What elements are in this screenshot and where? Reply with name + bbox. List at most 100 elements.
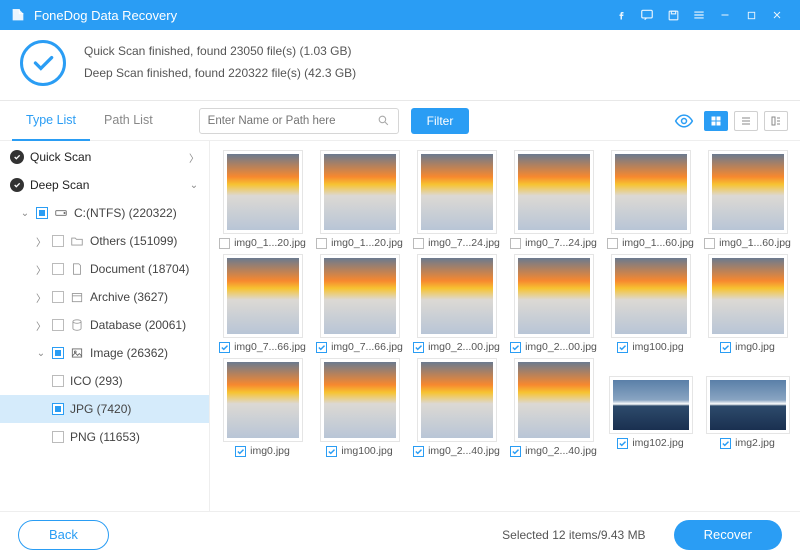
thumbnail[interactable] <box>709 255 787 337</box>
file-card[interactable]: img0_7...24.jpg <box>507 151 600 249</box>
file-card[interactable]: img0_2...00.jpg <box>410 255 503 353</box>
file-card[interactable]: img0_7...66.jpg <box>313 255 406 353</box>
thumbnail[interactable] <box>224 255 302 337</box>
file-checkbox[interactable] <box>510 446 521 457</box>
thumbnail[interactable] <box>515 151 593 233</box>
thumbnail[interactable] <box>321 359 399 441</box>
node-png[interactable]: PNG (11653) <box>0 423 209 451</box>
tab-type-list[interactable]: Type List <box>12 101 90 141</box>
file-card[interactable]: img0_1...60.jpg <box>604 151 697 249</box>
node-image[interactable]: ⌄Image (26362) <box>0 339 209 367</box>
thumbnail[interactable] <box>515 255 593 337</box>
file-name: img0_7...24.jpg <box>525 237 597 249</box>
thumbnail[interactable] <box>418 151 496 233</box>
file-checkbox[interactable] <box>510 342 521 353</box>
file-card[interactable]: img102.jpg <box>604 359 697 457</box>
file-checkbox[interactable] <box>326 446 337 457</box>
thumbnail[interactable] <box>612 255 690 337</box>
file-name: img0_1...60.jpg <box>622 237 694 249</box>
menu-icon[interactable] <box>686 0 712 30</box>
file-name: img0_2...00.jpg <box>428 341 500 353</box>
image-icon <box>70 346 84 360</box>
file-card[interactable]: img0_1...20.jpg <box>313 151 406 249</box>
search-box[interactable] <box>199 108 399 134</box>
file-card[interactable]: img0_2...40.jpg <box>410 359 503 457</box>
file-card[interactable]: img0_2...00.jpg <box>507 255 600 353</box>
maximize-icon[interactable] <box>738 0 764 30</box>
thumbnail[interactable] <box>709 151 787 233</box>
check-circle-icon <box>20 40 66 86</box>
save-icon[interactable] <box>660 0 686 30</box>
view-list-button[interactable] <box>734 111 758 131</box>
file-checkbox[interactable] <box>413 446 424 457</box>
thumbnail[interactable] <box>610 377 692 433</box>
file-name: img0_1...60.jpg <box>719 237 791 249</box>
file-card[interactable]: img0_1...60.jpg <box>701 151 794 249</box>
thumbnail[interactable] <box>321 151 399 233</box>
thumbnail[interactable] <box>224 151 302 233</box>
back-button[interactable]: Back <box>18 520 109 550</box>
chevron-down-icon: ⌄ <box>189 180 199 191</box>
file-checkbox[interactable] <box>219 238 230 249</box>
file-name: img100.jpg <box>341 445 392 457</box>
node-quick-scan[interactable]: Quick Scan 〉 <box>0 143 209 171</box>
file-checkbox[interactable] <box>219 342 230 353</box>
facebook-icon[interactable] <box>608 0 634 30</box>
file-checkbox[interactable] <box>617 342 628 353</box>
file-checkbox[interactable] <box>720 342 731 353</box>
footer: Back Selected 12 items/9.43 MB Recover <box>0 511 800 557</box>
node-drive[interactable]: ⌄C:(NTFS) (220322) <box>0 199 209 227</box>
file-card[interactable]: img0_1...20.jpg <box>216 151 309 249</box>
close-icon[interactable] <box>764 0 790 30</box>
node-document[interactable]: 〉Document (18704) <box>0 255 209 283</box>
file-name: img0_1...20.jpg <box>234 237 306 249</box>
filter-button[interactable]: Filter <box>411 108 470 134</box>
file-checkbox[interactable] <box>316 342 327 353</box>
file-checkbox[interactable] <box>617 438 628 449</box>
thumbnail[interactable] <box>224 359 302 441</box>
file-card[interactable]: img0.jpg <box>216 359 309 457</box>
file-grid: img0_1...20.jpgimg0_1...20.jpgimg0_7...2… <box>210 141 800 511</box>
file-checkbox[interactable] <box>607 238 618 249</box>
file-checkbox[interactable] <box>510 238 521 249</box>
file-card[interactable]: img0_2...40.jpg <box>507 359 600 457</box>
file-checkbox[interactable] <box>413 238 424 249</box>
search-input[interactable] <box>208 115 377 127</box>
thumbnail[interactable] <box>707 377 789 433</box>
tab-path-list[interactable]: Path List <box>90 101 167 141</box>
file-checkbox[interactable] <box>316 238 327 249</box>
view-detail-button[interactable] <box>764 111 788 131</box>
node-jpg[interactable]: JPG (7420) <box>0 395 209 423</box>
node-deep-scan[interactable]: Deep Scan ⌄ <box>0 171 209 199</box>
selection-status: Selected 12 items/9.43 MB <box>502 528 645 542</box>
node-archive[interactable]: 〉Archive (3627) <box>0 283 209 311</box>
file-card[interactable]: img100.jpg <box>313 359 406 457</box>
node-others[interactable]: 〉Others (151099) <box>0 227 209 255</box>
file-card[interactable]: img0.jpg <box>701 255 794 353</box>
node-database[interactable]: 〉Database (20061) <box>0 311 209 339</box>
check-dot-icon <box>10 150 24 164</box>
recover-button[interactable]: Recover <box>674 520 782 550</box>
preview-icon[interactable] <box>674 111 694 131</box>
file-card[interactable]: img0_7...24.jpg <box>410 151 503 249</box>
file-name: img102.jpg <box>632 437 683 449</box>
file-checkbox[interactable] <box>704 238 715 249</box>
thumbnail[interactable] <box>515 359 593 441</box>
thumbnail[interactable] <box>418 255 496 337</box>
thumbnail[interactable] <box>612 151 690 233</box>
minimize-icon[interactable] <box>712 0 738 30</box>
file-checkbox[interactable] <box>720 438 731 449</box>
file-card[interactable]: img100.jpg <box>604 255 697 353</box>
file-card[interactable]: img0_7...66.jpg <box>216 255 309 353</box>
thumbnail[interactable] <box>418 359 496 441</box>
file-checkbox[interactable] <box>235 446 246 457</box>
feedback-icon[interactable] <box>634 0 660 30</box>
titlebar: FoneDog Data Recovery <box>0 0 800 30</box>
node-ico[interactable]: ICO (293) <box>0 367 209 395</box>
file-card[interactable]: img2.jpg <box>701 359 794 457</box>
chevron-right-icon: 〉 <box>189 150 199 165</box>
view-grid-button[interactable] <box>704 111 728 131</box>
thumbnail[interactable] <box>321 255 399 337</box>
file-name: img0_7...66.jpg <box>234 341 306 353</box>
file-checkbox[interactable] <box>413 342 424 353</box>
